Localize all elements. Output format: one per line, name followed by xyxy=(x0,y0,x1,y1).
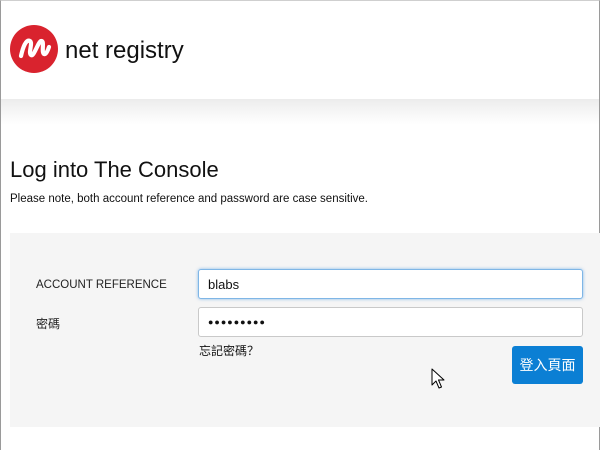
account-reference-label: ACCOUNT REFERENCE xyxy=(36,279,167,291)
forgot-password-link[interactable]: 忘記密碼？ xyxy=(199,342,259,359)
page-title: Log into The Console xyxy=(10,157,219,182)
login-button[interactable]: 登入頁面 xyxy=(512,346,583,384)
password-label: 密碼 xyxy=(36,317,61,331)
header-divider xyxy=(1,99,599,125)
mouse-pointer-icon xyxy=(431,368,445,389)
net-registry-logo-icon[interactable] xyxy=(10,25,58,73)
brand-name: net registry xyxy=(65,37,184,64)
site-header: net registry xyxy=(1,1,599,99)
password-input[interactable]: ●●●●●●●●● xyxy=(198,307,583,337)
password-mask: ●●●●●●●●● xyxy=(208,317,266,327)
account-reference-input[interactable] xyxy=(198,269,583,299)
case-sensitivity-note: Please note, both account reference and … xyxy=(10,193,368,205)
